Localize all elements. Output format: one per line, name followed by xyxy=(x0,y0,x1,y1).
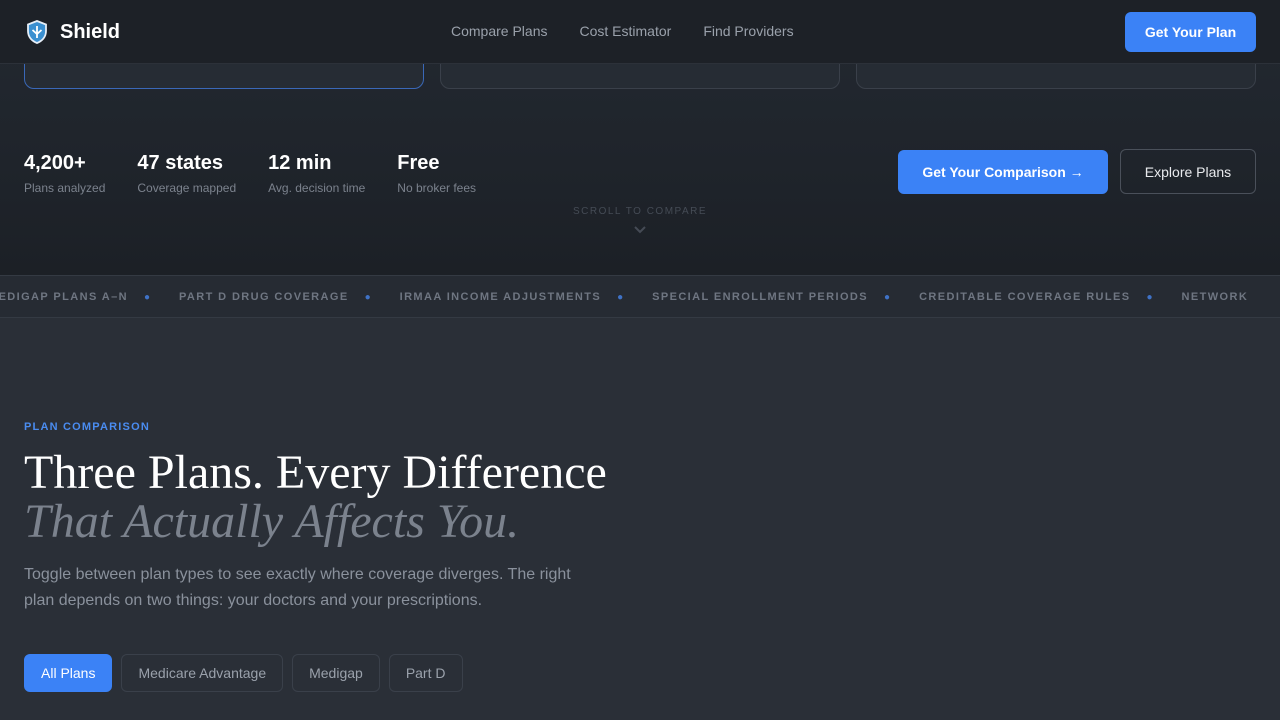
bullet-dot-icon: ● xyxy=(617,291,624,303)
stat-coverage-mapped: 47 states Coverage mapped xyxy=(137,152,236,195)
nav-link-find-providers[interactable]: Find Providers xyxy=(703,23,793,39)
ticker-item: CREDITABLE COVERAGE RULES xyxy=(919,291,1131,303)
scroll-hint: SCROLL TO COMPARE xyxy=(572,206,708,217)
brand-logo[interactable]: Shield xyxy=(26,20,120,44)
nav-link-cost-estimator[interactable]: Cost Estimator xyxy=(580,23,672,39)
chevron-down-icon[interactable] xyxy=(632,222,648,238)
stat-decision-time: 12 min Avg. decision time xyxy=(268,152,365,195)
stat-value: 47 states xyxy=(137,152,224,174)
section-description: Toggle between plan types to see exactly… xyxy=(24,566,571,609)
ticker-track: MEDIGAP PLANS A–N ● PART D DRUG COVERAGE… xyxy=(0,291,1248,303)
hero-stats: 4,200+ Plans analyzed 47 states Coverage… xyxy=(24,152,476,195)
filter-part-d[interactable]: Part D xyxy=(388,654,463,692)
plan-filter-tabs: All Plans Medicare Advantage Medigap Par… xyxy=(24,654,463,692)
stat-label: Plans analyzed xyxy=(24,181,106,195)
get-comparison-button[interactable]: Get Your Comparison → xyxy=(898,150,1108,194)
shield-icon xyxy=(27,20,47,44)
filter-medicare-advantage[interactable]: Medicare Advantage xyxy=(121,654,284,692)
bullet-dot-icon: ● xyxy=(143,291,150,303)
stat-label: No broker fees xyxy=(397,181,476,195)
section-eyebrow: PLAN COMPARISON xyxy=(24,421,150,433)
ticker-item: SPECIAL ENROLLMENT PERIODS xyxy=(652,291,869,303)
bullet-dot-icon: ● xyxy=(364,291,371,303)
section-headline: Three Plans. Every Difference xyxy=(24,446,607,499)
explore-plans-button[interactable]: Explore Plans xyxy=(1120,149,1256,194)
bullet-dot-icon: ● xyxy=(1146,291,1153,303)
topic-ticker: MEDIGAP PLANS A–N ● PART D DRUG COVERAGE… xyxy=(0,275,1280,318)
nav-link-compare-plans[interactable]: Compare Plans xyxy=(451,23,548,39)
stat-label: Avg. decision time xyxy=(268,181,366,195)
stat-value: 4,200+ xyxy=(24,152,86,174)
section-headline-italic: That Actually Affects You. xyxy=(24,495,520,548)
ticker-item: IRMAA INCOME ADJUSTMENTS xyxy=(399,291,602,303)
filter-medigap[interactable]: Medigap xyxy=(292,654,380,692)
ticker-item: MEDIGAP PLANS A–N xyxy=(0,291,128,303)
ticker-item: PART D DRUG COVERAGE xyxy=(178,291,349,303)
bullet-dot-icon: ● xyxy=(884,291,891,303)
brand-name: Shield xyxy=(60,20,121,43)
top-nav: Shield Compare Plans Cost Estimator Find… xyxy=(0,0,1280,64)
stat-plans-analyzed: 4,200+ Plans analyzed xyxy=(24,152,105,195)
filter-all-plans[interactable]: All Plans xyxy=(24,654,113,692)
stat-label: Coverage mapped xyxy=(137,181,237,195)
stat-broker-fees: Free No broker fees xyxy=(397,152,476,195)
get-your-plan-button[interactable]: Get Your Plan xyxy=(1125,12,1256,52)
ticker-item: NETWORK xyxy=(1181,291,1249,303)
stat-value: 12 min xyxy=(268,152,332,174)
nav-links: Compare Plans Cost Estimator Find Provid… xyxy=(451,23,794,39)
stat-value: Free xyxy=(397,152,440,174)
